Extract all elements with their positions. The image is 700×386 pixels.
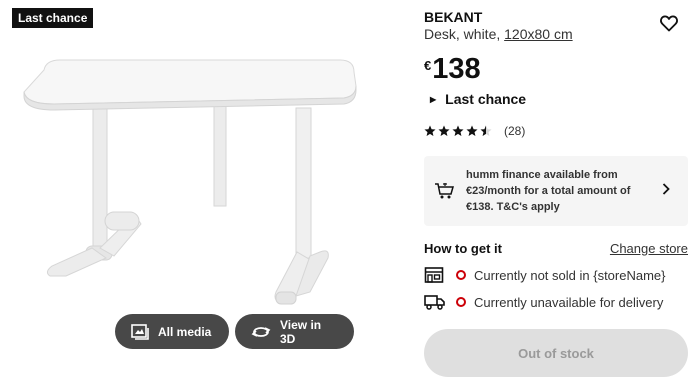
last-chance-status[interactable]: ▶ Last chance xyxy=(430,91,526,107)
image-gallery-icon xyxy=(131,323,149,340)
store-icon xyxy=(424,267,444,283)
star-icon xyxy=(466,125,478,136)
all-media-label: All media xyxy=(158,324,212,339)
favourite-heart-icon[interactable] xyxy=(660,15,678,32)
delivery-status-text: Currently unavailable for delivery xyxy=(474,294,664,310)
star-icon xyxy=(438,125,450,136)
chevron-right-icon xyxy=(662,183,670,195)
price-currency: € xyxy=(424,58,432,73)
product-measurement-link[interactable]: 120x80 cm xyxy=(504,26,572,42)
all-media-button[interactable]: All media xyxy=(115,314,229,349)
price-amount: 138 xyxy=(432,53,481,85)
product-name: BEKANT xyxy=(424,9,483,25)
how-to-get-it-heading: How to get it xyxy=(424,241,502,256)
product-image-area: Last chance All media View in 3D xyxy=(0,0,400,360)
cart-finance-icon xyxy=(435,183,454,199)
caret-right-icon: ▶ xyxy=(430,94,437,104)
star-icon xyxy=(452,125,464,136)
unavailable-status-dot xyxy=(456,297,466,307)
last-chance-badge: Last chance xyxy=(12,8,94,28)
delivery-truck-icon xyxy=(424,295,445,310)
finance-banner[interactable]: humm finance available from €23/month fo… xyxy=(424,156,688,226)
unavailable-status-dot xyxy=(456,270,466,280)
store-status-text: Currently not sold in {storeName} xyxy=(474,267,666,283)
change-store-link[interactable]: Change store xyxy=(610,241,688,256)
rotate-3d-icon xyxy=(251,326,271,337)
product-image[interactable] xyxy=(14,52,364,312)
store-availability: Currently not sold in {storeName} xyxy=(424,266,665,284)
view-in-3d-label: View in 3D xyxy=(280,317,322,346)
product-description: Desk, white, 120x80 cm xyxy=(424,26,573,42)
view-in-3d-button[interactable]: View in 3D xyxy=(235,314,354,349)
last-chance-status-label: Last chance xyxy=(445,91,527,107)
finance-text: humm finance available from €23/month fo… xyxy=(466,169,631,213)
product-price: € 138 xyxy=(424,52,481,86)
star-icon xyxy=(424,125,436,136)
delivery-availability: Currently unavailable for delivery xyxy=(424,294,663,310)
out-of-stock-button[interactable]: Out of stock xyxy=(424,329,688,377)
product-rating[interactable]: (28) xyxy=(424,124,525,138)
rating-stars xyxy=(424,125,492,137)
product-type-text: Desk, white, xyxy=(424,26,505,42)
rating-count: (28) xyxy=(504,124,526,138)
star-icon xyxy=(480,125,492,136)
